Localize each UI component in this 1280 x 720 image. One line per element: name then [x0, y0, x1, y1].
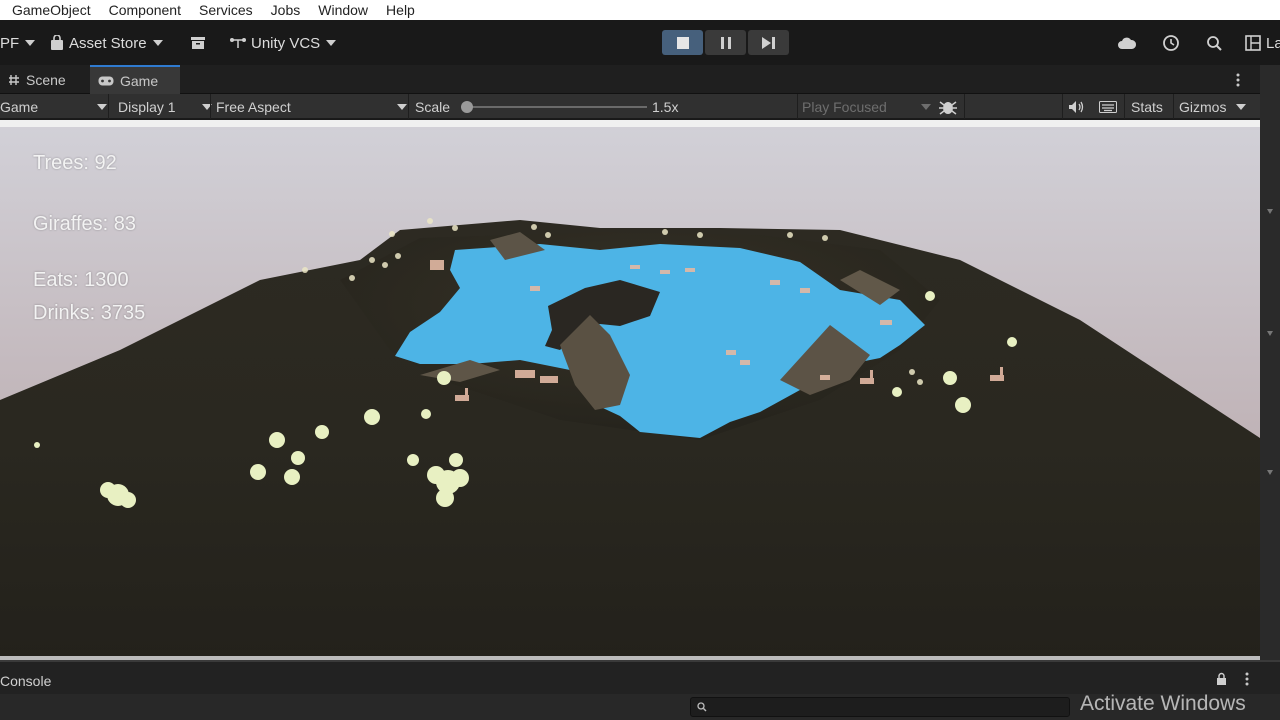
cloud-icon	[1118, 37, 1137, 49]
scale-value: 1.5x	[652, 98, 679, 115]
stats-button[interactable]: Stats	[1131, 94, 1163, 119]
package-icon	[191, 37, 205, 49]
menu-gameobject[interactable]: GameObject	[12, 2, 91, 18]
pause-icon	[720, 36, 731, 49]
aspect-dropdown[interactable]: Free Aspect	[216, 94, 408, 119]
bug-icon	[939, 100, 957, 115]
menu-component[interactable]: Component	[109, 2, 181, 18]
chevron-down-icon	[152, 40, 163, 46]
menu-services[interactable]: Services	[199, 2, 253, 18]
chevron-down-icon	[326, 40, 337, 46]
activate-windows-watermark: Activate Windows	[1080, 692, 1246, 715]
menu-jobs[interactable]: Jobs	[271, 2, 301, 18]
game-scene	[0, 120, 1260, 660]
tab-menu-button[interactable]	[1236, 65, 1254, 94]
console-search-input[interactable]	[690, 697, 1070, 717]
account-label: PF	[0, 34, 20, 52]
account-dropdown[interactable]: PF	[0, 33, 36, 53]
tab-scene[interactable]: Scene	[0, 65, 88, 94]
bug-button[interactable]	[938, 94, 958, 119]
chevron-down-icon	[921, 103, 931, 110]
asset-store-button[interactable]: Asset Store	[50, 33, 163, 53]
speaker-icon	[1069, 100, 1084, 113]
branch-icon	[230, 38, 246, 48]
main-toolbar: PF Asset Store Unity VCS La	[0, 20, 1280, 65]
game-viewport[interactable]: Trees: 92 Giraffes: 83 Eats: 1300 Drinks…	[0, 120, 1260, 660]
menu-bar: GameObject Component Services Jobs Windo…	[0, 0, 1280, 20]
search-icon	[1207, 35, 1222, 51]
inspector-panel-edge	[1260, 65, 1280, 660]
vcs-button[interactable]: Unity VCS	[229, 33, 337, 53]
lock-icon[interactable]	[1216, 672, 1227, 686]
scale-slider-handle[interactable]	[461, 101, 473, 113]
gizmos-button[interactable]: Gizmos	[1179, 94, 1247, 119]
chevron-down-icon	[397, 103, 407, 110]
hud-drinks: Drinks: 3735	[33, 302, 146, 324]
scale-slider[interactable]	[461, 101, 647, 113]
view-tabbar: Scene Game	[0, 65, 1260, 94]
vcs-label: Unity VCS	[251, 34, 321, 52]
step-icon	[761, 36, 775, 49]
more-vertical-icon[interactable]	[1245, 672, 1249, 686]
scale-label: Scale	[415, 98, 451, 115]
stop-icon	[676, 36, 689, 49]
panel-arrows	[1267, 209, 1273, 475]
menu-help[interactable]: Help	[386, 2, 415, 18]
audio-button[interactable]	[1068, 94, 1084, 119]
tab-game-label: Game	[120, 72, 159, 89]
game-view-bar: Game Display 1 Free Aspect Scale 1.5x Pl…	[0, 94, 1260, 119]
more-vertical-icon	[1236, 73, 1240, 86]
layout-icon	[1245, 35, 1261, 51]
hud-giraffes: Giraffes: 83	[33, 213, 137, 235]
history-button[interactable]	[1162, 33, 1180, 53]
chevron-down-icon	[25, 40, 36, 46]
history-icon	[1163, 35, 1179, 51]
hud-eats: Eats: 1300	[33, 269, 129, 291]
step-button[interactable]	[748, 30, 789, 55]
gizmos-label: Gizmos	[1179, 98, 1227, 115]
search-icon	[697, 702, 707, 712]
game-mode-dropdown[interactable]: Game	[0, 94, 108, 119]
play-controls	[662, 30, 789, 55]
tab-game[interactable]: Game	[90, 65, 180, 94]
keyboard-button[interactable]	[1099, 94, 1117, 119]
chevron-down-icon	[1236, 103, 1247, 110]
cloud-button[interactable]	[1117, 33, 1137, 53]
hud-trees: Trees: 92	[33, 152, 117, 174]
hash-icon	[9, 74, 19, 85]
aspect-label: Free Aspect	[216, 98, 291, 115]
keyboard-icon	[1099, 100, 1117, 113]
asset-store-label: Asset Store	[69, 34, 147, 52]
display-dropdown[interactable]: Display 1	[118, 94, 212, 119]
tab-scene-label: Scene	[26, 71, 66, 88]
layers-dropdown[interactable]: La	[1245, 33, 1280, 53]
play-button[interactable]	[662, 30, 703, 55]
menu-window[interactable]: Window	[318, 2, 368, 18]
layout-label: La	[1266, 34, 1280, 52]
game-mode-label: Game	[0, 98, 39, 115]
pause-button[interactable]	[705, 30, 746, 55]
bag-icon	[51, 35, 63, 50]
play-focused-dropdown[interactable]: Play Focused	[802, 94, 932, 119]
console-title[interactable]: Console	[0, 673, 51, 689]
console-header: Console	[0, 660, 1280, 694]
display-label: Display 1	[118, 98, 176, 115]
play-focused-label: Play Focused	[802, 98, 887, 115]
gamepad-icon	[98, 76, 114, 85]
chevron-down-icon	[97, 103, 107, 110]
search-button[interactable]	[1206, 33, 1223, 53]
package-button[interactable]	[190, 33, 206, 53]
